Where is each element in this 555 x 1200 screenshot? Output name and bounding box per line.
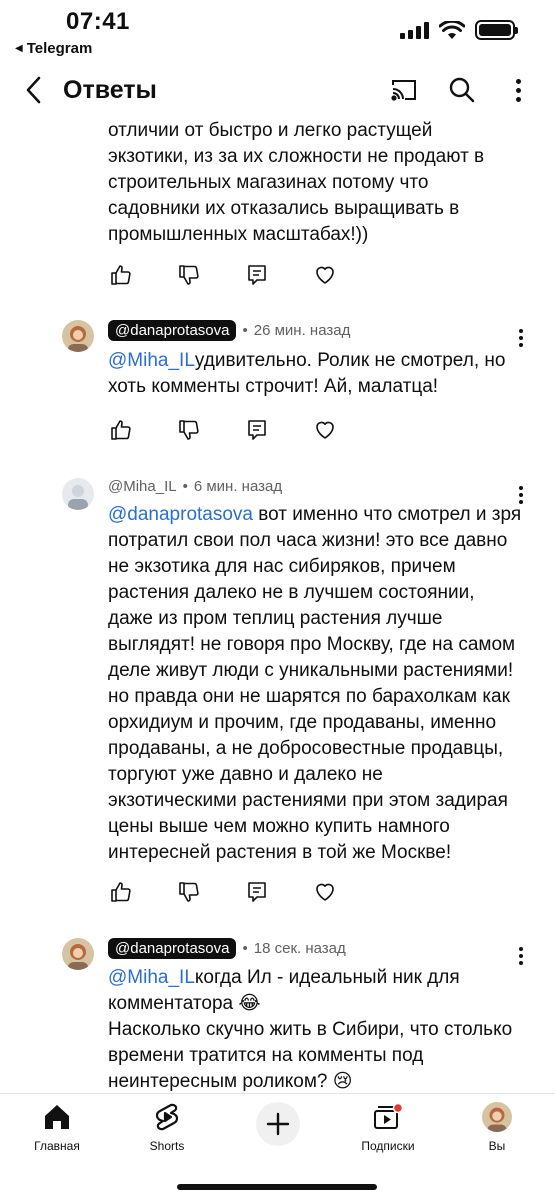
nav-you[interactable]: Вы xyxy=(447,1102,547,1153)
reply-icon[interactable] xyxy=(242,877,272,907)
comment-line: потратил свои пол часа жизни! это все да… xyxy=(108,530,508,551)
status-icons xyxy=(400,20,518,40)
like-icon[interactable] xyxy=(106,260,136,290)
comment-line: когда Ил - идеальный ник для xyxy=(194,967,460,988)
author-handle[interactable]: @danaprotasova xyxy=(108,938,237,959)
nav-subscriptions-label: Подписки xyxy=(361,1139,415,1153)
nav-shorts[interactable]: Shorts xyxy=(117,1102,217,1153)
replies-list[interactable]: отличии от быстро и легко растущей экзот… xyxy=(0,110,555,1095)
comment-line: не экзотика для нас сибиряков, причем xyxy=(108,556,456,577)
page-title: Ответы xyxy=(63,76,157,104)
mention-link[interactable]: @Miha_IL xyxy=(108,967,195,988)
comment-line: цены выше чем можно купить намного xyxy=(108,816,450,837)
home-indicator xyxy=(177,1184,377,1190)
comment-actions xyxy=(106,415,378,445)
cast-icon[interactable] xyxy=(388,74,420,106)
comment-body: @danaprotasova вот именно что смотрел и … xyxy=(108,502,538,866)
back-app-label: Telegram xyxy=(26,40,93,57)
battery-icon xyxy=(475,20,518,40)
avatar[interactable] xyxy=(62,938,94,970)
comment-line: выглядят! не говоря про Москву, где на с… xyxy=(108,634,516,655)
dislike-icon[interactable] xyxy=(174,415,204,445)
comment-meta: @Miha_IL • 6 мин. назад xyxy=(108,478,283,495)
comment-time: 6 мин. назад xyxy=(193,478,283,495)
comment-line: даже из пром теплиц растения лучше xyxy=(108,608,443,629)
comment-meta: @danaprotasova • 18 сек. назад xyxy=(108,938,346,959)
comment-line: хоть комменты строчит! Ай, малатца! xyxy=(108,376,439,397)
comment-line: растения далеко не в лучшем состоянии, xyxy=(108,582,475,603)
heart-icon[interactable] xyxy=(310,415,340,445)
comment-line: торгуют уже давно и далеко не xyxy=(108,764,383,785)
subscriptions-icon xyxy=(374,1102,404,1129)
comment-body: @Miha_ILкогда Ил - идеальный ник для ком… xyxy=(108,965,538,1095)
comment-line: экзотическими растениями при этом задира… xyxy=(108,790,508,811)
comment-actions xyxy=(106,877,378,907)
mention-link[interactable]: @Miha_IL xyxy=(108,350,195,371)
avatar[interactable] xyxy=(62,320,94,352)
shorts-icon xyxy=(155,1103,179,1131)
more-vert-icon[interactable] xyxy=(502,74,534,106)
comment-line: садовники их отказались выращивать в xyxy=(108,198,460,219)
dislike-icon[interactable] xyxy=(174,877,204,907)
comment-line: удивительно. Ролик не смотрел, но xyxy=(194,350,506,371)
comment-time: 26 мин. назад xyxy=(253,322,351,339)
comment-line: промышленных масштабах!)) xyxy=(108,224,369,245)
comment-body: @Miha_ILудивительно. Ролик не смотрел, н… xyxy=(108,348,528,400)
nav-shorts-label: Shorts xyxy=(149,1139,185,1153)
heart-icon[interactable] xyxy=(310,260,340,290)
reply-icon[interactable] xyxy=(242,415,272,445)
comment-actions xyxy=(106,260,378,290)
comment-line: отличии от быстро и легко растущей xyxy=(108,120,433,141)
comment-line: комментатора 😂 xyxy=(108,993,261,1014)
back-to-app-link[interactable]: ◀ Telegram xyxy=(15,40,92,57)
nav-home[interactable]: Главная xyxy=(7,1102,107,1153)
comment-line: Насколько скучно жить в Сибири, что стол… xyxy=(108,1019,513,1040)
heart-icon[interactable] xyxy=(310,877,340,907)
comment-time: 18 сек. назад xyxy=(253,940,346,957)
mention-link[interactable]: @danaprotasova xyxy=(108,504,253,525)
comment-meta: @danaprotasova • 26 мин. назад xyxy=(108,320,350,341)
nav-subscriptions[interactable]: Подписки xyxy=(338,1102,438,1153)
like-icon[interactable] xyxy=(106,415,136,445)
avatar xyxy=(482,1102,512,1132)
comment-line: интересней растения в той же Москве! xyxy=(108,842,452,863)
comment-line: деле живут люди с уникальными растениями… xyxy=(108,660,514,681)
back-triangle-icon: ◀ xyxy=(15,43,23,54)
search-icon[interactable] xyxy=(446,74,478,106)
cellular-signal-icon xyxy=(400,21,429,39)
comment-line: но правда они не шарятся по барахолкам к… xyxy=(108,686,510,707)
comment-line: продаваны, а не добросовестные продавцы, xyxy=(108,738,504,759)
status-time: 07:41 xyxy=(66,8,130,35)
author-handle[interactable]: @Miha_IL xyxy=(108,478,177,495)
comment-line: строительных магазинах потому что xyxy=(108,172,429,193)
reply-icon[interactable] xyxy=(242,260,272,290)
nav-you-label: Вы xyxy=(488,1139,506,1153)
app-header: Ответы xyxy=(0,62,555,120)
nav-home-label: Главная xyxy=(34,1139,80,1153)
author-handle[interactable]: @danaprotasova xyxy=(108,320,237,341)
home-icon xyxy=(45,1105,69,1129)
comment-line: экзотики, из за их сложности не продают … xyxy=(108,146,485,167)
comment-line: времени тратится на комменты под xyxy=(108,1045,424,1066)
wifi-icon xyxy=(439,20,465,39)
avatar[interactable] xyxy=(62,478,94,510)
comment-line: неинтересным роликом? 😢 xyxy=(108,1071,353,1092)
comment-line: орхидиум и прочим, где продаваны, именно xyxy=(108,712,497,733)
back-icon[interactable] xyxy=(16,72,52,108)
create-button[interactable] xyxy=(228,1102,328,1146)
status-bar: 07:41 ◀ Telegram xyxy=(0,0,555,62)
comment-line: вот именно что смотрел и зря xyxy=(253,504,522,525)
plus-icon xyxy=(256,1102,300,1146)
like-icon[interactable] xyxy=(106,877,136,907)
comment-body: отличии от быстро и легко растущей экзот… xyxy=(108,118,528,248)
dislike-icon[interactable] xyxy=(174,260,204,290)
